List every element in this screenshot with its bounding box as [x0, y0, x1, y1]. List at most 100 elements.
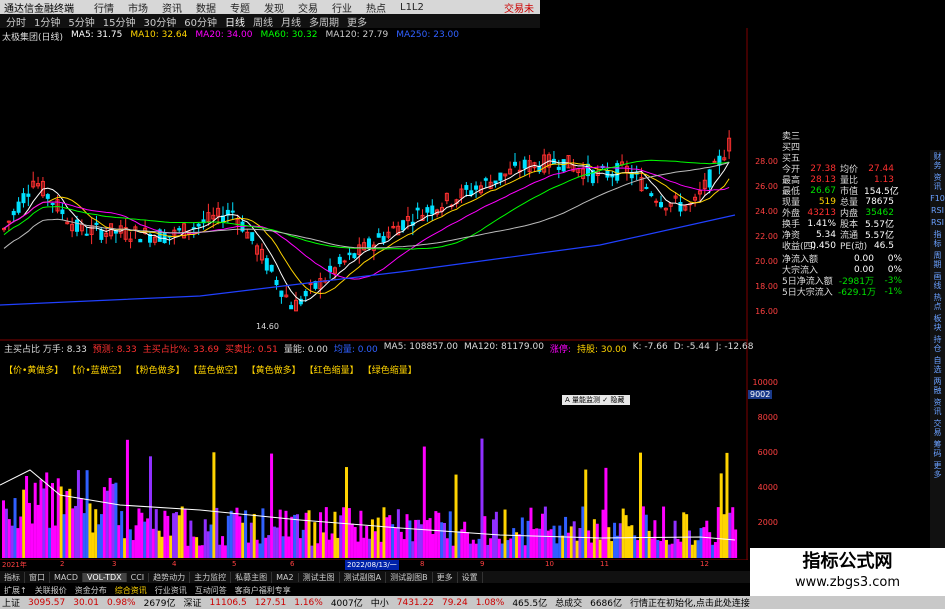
right-tool-button[interactable]: 指标 — [930, 230, 945, 248]
candle-body — [328, 265, 333, 273]
candle-body — [16, 201, 21, 213]
indicator-tab[interactable]: MACD — [50, 572, 83, 582]
menu-item-industry[interactable]: 行业 — [332, 0, 352, 15]
ma120-label: MA120: 27.79 — [325, 30, 389, 40]
period-tab[interactable]: 60分钟 — [184, 14, 217, 29]
period-tab[interactable]: 5分钟 — [68, 14, 94, 29]
right-tool-button[interactable]: 板块 — [930, 314, 945, 332]
indicator-tab[interactable]: 测试主图 — [299, 571, 340, 583]
candle-body — [269, 264, 274, 272]
info-tab[interactable]: 互动问答 — [195, 585, 227, 596]
volume-bar — [333, 511, 337, 558]
info-tab[interactable]: 扩展↑ — [4, 585, 27, 596]
volume-bar — [345, 467, 348, 558]
right-tool-button[interactable]: 持仓 — [930, 335, 945, 353]
volume-bar — [509, 538, 513, 558]
menu-item-market[interactable]: 市场 — [128, 0, 148, 15]
right-tool-button[interactable]: 两融 — [930, 377, 945, 395]
volume-bar — [713, 542, 717, 558]
indicator-tab[interactable]: 测试副图B — [386, 571, 433, 583]
candle-body — [561, 159, 566, 172]
vol-tick: 10000 — [752, 378, 778, 387]
menu-item-trade-right[interactable]: 交易未 — [504, 0, 534, 15]
status-field: 2679亿 — [143, 599, 176, 609]
flow-row: 5日大宗流入 -629.1万 -1% — [782, 286, 930, 299]
ma250-label: MA250: 23.00 — [396, 30, 460, 40]
menu-item-quote[interactable]: 行情 — [94, 0, 114, 15]
right-tool-button[interactable]: 自选 — [930, 356, 945, 374]
right-tool-button[interactable]: F10 — [930, 194, 945, 203]
right-tool-button[interactable]: 财务 — [930, 152, 945, 170]
period-tab[interactable]: 周线 — [253, 14, 273, 29]
indicator-tab[interactable]: MA2 — [272, 572, 299, 582]
menu-item-l1l2[interactable]: L1L2 — [400, 2, 424, 13]
right-tool-button[interactable]: 热点 — [930, 293, 945, 311]
right-tool-button[interactable]: 周期 — [930, 251, 945, 269]
right-tool-button[interactable]: RSI — [931, 218, 944, 227]
right-tool-button[interactable]: 资讯 — [930, 173, 945, 191]
right-tool-button[interactable]: RSI — [931, 206, 944, 215]
indicator-tab[interactable]: 窗口 — [25, 571, 50, 583]
period-tab[interactable]: 月线 — [281, 14, 301, 29]
right-tool-button[interactable]: 资讯 — [930, 398, 945, 416]
menu-item-data[interactable]: 数据 — [196, 0, 216, 15]
info-tab[interactable]: 综合资讯 — [115, 585, 147, 596]
indicator-tab[interactable]: 趋势动力 — [149, 571, 191, 583]
volume-bar — [82, 513, 86, 558]
volume-bar — [365, 526, 369, 558]
menu-item-topic[interactable]: 专题 — [230, 0, 250, 15]
candle-body — [264, 258, 269, 271]
menu-item-news[interactable]: 资讯 — [162, 0, 182, 15]
right-tool-button[interactable]: 画线 — [930, 272, 945, 290]
menu-item-hot[interactable]: 热点 — [366, 0, 386, 15]
volume-bar — [549, 529, 553, 558]
indicator-tab[interactable]: 私募主图 — [231, 571, 273, 583]
quote-value: 26.67 — [810, 185, 836, 196]
volume-bar — [319, 512, 323, 558]
cursor-date: 2022/08/13/一 — [345, 560, 399, 570]
indicator-tab[interactable]: 更多 — [433, 571, 458, 583]
menu-item-discover[interactable]: 发现 — [264, 0, 284, 15]
indicator-tab[interactable]: 测试副图A — [340, 571, 387, 583]
date-tick: 6 — [290, 560, 295, 568]
low-price-label: 14.60 — [256, 322, 279, 331]
volume-bar — [7, 519, 11, 558]
volume-bar — [102, 487, 106, 558]
period-tab[interactable]: 日线 — [225, 14, 245, 29]
period-bar: 分时 1分钟 5分钟 15分钟 30分钟 60分钟 日线 周线 月线 多周期 更多 — [0, 14, 540, 29]
period-tab[interactable]: 更多 — [347, 14, 367, 29]
indicator-tab[interactable]: 主力监控 — [190, 571, 232, 583]
period-tab[interactable]: 分时 — [6, 14, 26, 29]
volume-bar — [97, 524, 101, 558]
info-tab[interactable]: 行业资讯 — [155, 585, 187, 596]
period-tab[interactable]: 30分钟 — [143, 14, 176, 29]
volume-bar — [293, 514, 297, 558]
indicator-tab[interactable]: 设置 — [458, 571, 483, 583]
right-tool-button[interactable]: 更多 — [930, 461, 945, 479]
volume-bar — [238, 516, 242, 558]
date-tick: 3 — [112, 560, 117, 568]
indicator-tooltip[interactable]: A 量能监测 ✓ 隐藏 — [562, 395, 630, 405]
vol-tick: 8000 — [757, 413, 778, 422]
volume-bar — [105, 490, 109, 558]
info-tab[interactable]: 资金分布 — [75, 585, 107, 596]
quote-top-row: 卖三 — [782, 130, 930, 142]
period-tab[interactable]: 1分钟 — [34, 14, 60, 29]
candle-body — [469, 190, 474, 196]
menu-item-trade[interactable]: 交易 — [298, 0, 318, 15]
right-tool-button[interactable]: 筹码 — [930, 440, 945, 458]
kline-chart[interactable] — [0, 0, 748, 560]
period-tab[interactable]: 多周期 — [309, 14, 339, 29]
info-tab[interactable]: 客商户福利专享 — [235, 585, 291, 596]
indicator-tab[interactable]: VOL-TDX — [82, 572, 127, 582]
candle-body — [430, 205, 435, 215]
right-tool-button[interactable]: 交易 — [930, 419, 945, 437]
stock-name[interactable]: 太极集团(日线) — [2, 30, 63, 43]
volume-bar — [535, 528, 539, 558]
volume-bar — [284, 510, 288, 558]
indicator-tab[interactable]: 指标 — [0, 571, 25, 583]
info-tab[interactable]: 关联报价 — [35, 585, 67, 596]
volume-bar — [463, 521, 467, 558]
period-tab[interactable]: 15分钟 — [103, 14, 136, 29]
indicator-tab[interactable]: CCI — [127, 572, 150, 582]
